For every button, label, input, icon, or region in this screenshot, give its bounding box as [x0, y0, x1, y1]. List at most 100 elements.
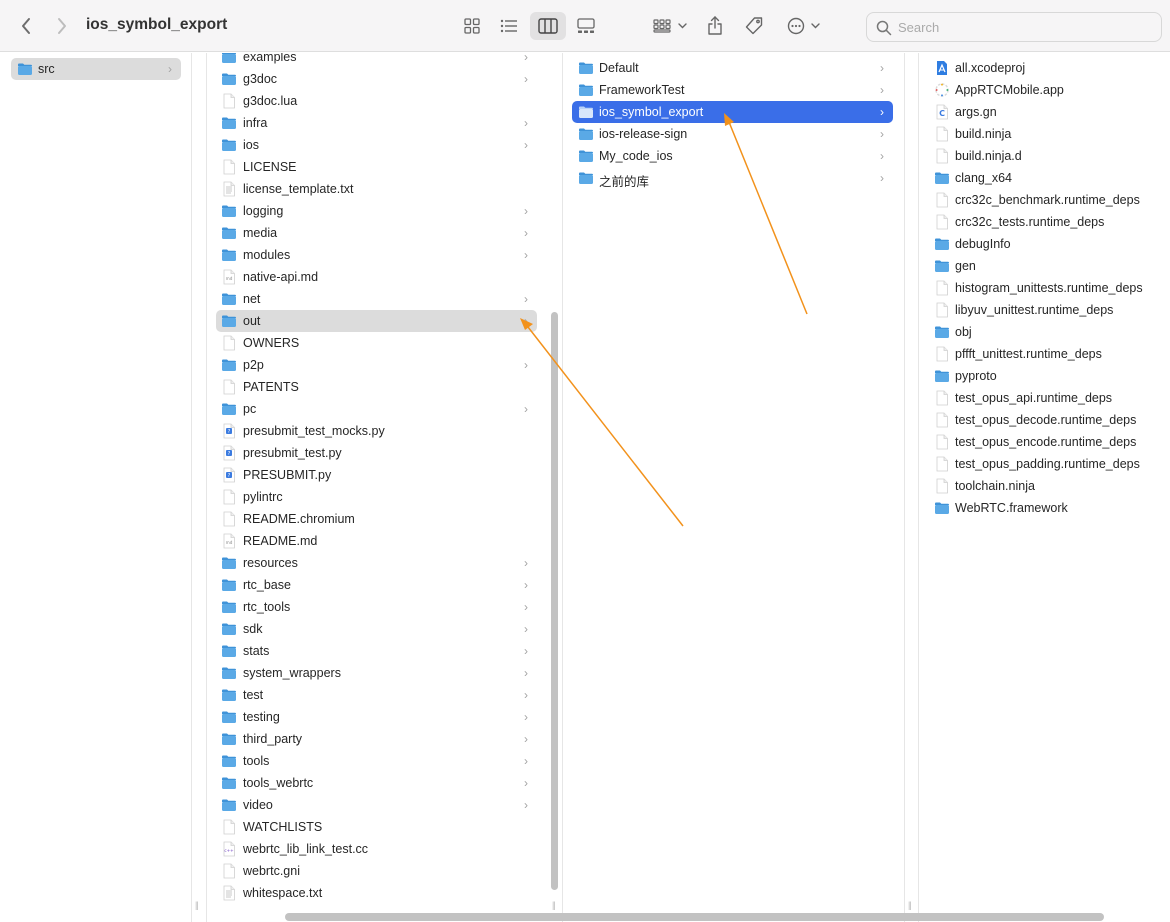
list-item[interactable]: net › — [216, 288, 537, 310]
chevron-right-icon: › — [524, 798, 528, 812]
list-item[interactable]: ? PRESUBMIT.py — [216, 464, 537, 486]
list-item[interactable]: obj — [929, 321, 1165, 343]
text-file-icon — [221, 885, 237, 901]
list-item[interactable]: out › — [216, 310, 537, 332]
search-field[interactable] — [866, 12, 1162, 42]
list-item[interactable]: build.ninja — [929, 123, 1165, 145]
list-item[interactable]: whitespace.txt — [216, 882, 537, 904]
list-item[interactable]: c++ webrtc_lib_link_test.cc — [216, 838, 537, 860]
list-item[interactable]: README.chromium — [216, 508, 537, 530]
list-item[interactable]: tools_webrtc › — [216, 772, 537, 794]
list-item[interactable]: WebRTC.framework — [929, 497, 1165, 519]
list-item[interactable]: g3doc.lua — [216, 90, 537, 112]
vertical-scrollbar[interactable] — [551, 312, 558, 890]
tag-button[interactable] — [742, 14, 766, 38]
list-item[interactable]: testing › — [216, 706, 537, 728]
list-item[interactable]: pffft_unittest.runtime_deps — [929, 343, 1165, 365]
list-item[interactable]: PATENTS — [216, 376, 537, 398]
list-item[interactable]: md native-api.md — [216, 266, 537, 288]
forward-button[interactable] — [50, 14, 74, 38]
item-name: PRESUBMIT.py — [243, 468, 332, 482]
list-item[interactable]: tools › — [216, 750, 537, 772]
list-item[interactable]: pyproto — [929, 365, 1165, 387]
list-item[interactable]: test_opus_decode.runtime_deps — [929, 409, 1165, 431]
column-divider[interactable] — [904, 53, 905, 922]
list-item[interactable]: modules › — [216, 244, 537, 266]
list-item[interactable]: md README.md — [216, 530, 537, 552]
item-name: pffft_unittest.runtime_deps — [955, 347, 1102, 361]
list-item[interactable]: rtc_base › — [216, 574, 537, 596]
column-resize-handle[interactable]: || — [195, 900, 199, 910]
list-view-button[interactable] — [491, 12, 527, 40]
list-item[interactable]: resources › — [216, 552, 537, 574]
list-item[interactable]: Default › — [572, 57, 893, 79]
list-item[interactable]: debugInfo — [929, 233, 1165, 255]
list-item[interactable]: Cargs.gn — [929, 101, 1165, 123]
list-item[interactable]: pc › — [216, 398, 537, 420]
list-item[interactable]: ios_symbol_export › — [572, 101, 893, 123]
list-item[interactable]: test_opus_padding.runtime_deps — [929, 453, 1165, 475]
list-item[interactable]: crc32c_tests.runtime_deps — [929, 211, 1165, 233]
list-item[interactable]: src › — [11, 58, 181, 80]
list-item[interactable]: pylintrc — [216, 486, 537, 508]
list-item[interactable]: FrameworkTest › — [572, 79, 893, 101]
list-item[interactable]: media › — [216, 222, 537, 244]
list-item[interactable]: sdk › — [216, 618, 537, 640]
column-divider[interactable] — [206, 53, 207, 922]
group-button[interactable] — [650, 14, 690, 38]
column-4[interactable]: all.xcodeproj AppRTCMobile.app Cargs.gn bui… — [919, 53, 1170, 922]
list-item[interactable]: 之前的库 › — [572, 167, 893, 189]
list-item[interactable]: p2p › — [216, 354, 537, 376]
list-item[interactable]: stats › — [216, 640, 537, 662]
cpp-file-icon: c++ — [221, 841, 237, 857]
list-item[interactable]: test › — [216, 684, 537, 706]
list-item[interactable]: build.ninja.d — [929, 145, 1165, 167]
column-3[interactable]: Default › FrameworkTest › ios_symbol_export ›… — [563, 53, 904, 922]
list-item[interactable]: histogram_unittests.runtime_deps — [929, 277, 1165, 299]
search-input[interactable] — [867, 13, 1161, 41]
folder-icon — [221, 357, 237, 373]
list-item[interactable]: webrtc.gni — [216, 860, 537, 882]
list-item[interactable]: system_wrappers › — [216, 662, 537, 684]
horizontal-scrollbar[interactable] — [285, 913, 1104, 921]
list-item[interactable]: logging › — [216, 200, 537, 222]
list-item[interactable]: clang_x64 — [929, 167, 1165, 189]
list-item[interactable]: ios-release-sign › — [572, 123, 893, 145]
list-item[interactable]: g3doc › — [216, 68, 537, 90]
list-item[interactable]: libyuv_unittest.runtime_deps — [929, 299, 1165, 321]
list-item[interactable]: test_opus_encode.runtime_deps — [929, 431, 1165, 453]
list-item[interactable]: ios › — [216, 134, 537, 156]
list-item[interactable]: WATCHLISTS — [216, 816, 537, 838]
column-resize-handle[interactable]: || — [552, 900, 556, 910]
more-button[interactable] — [784, 14, 824, 38]
item-name: debugInfo — [955, 237, 1011, 251]
list-item[interactable]: video › — [216, 794, 537, 816]
list-item[interactable]: all.xcodeproj — [929, 57, 1165, 79]
list-item[interactable]: ? presubmit_test_mocks.py — [216, 420, 537, 442]
list-item[interactable]: crc32c_benchmark.runtime_deps — [929, 189, 1165, 211]
list-item[interactable]: third_party › — [216, 728, 537, 750]
list-item[interactable]: AppRTCMobile.app — [929, 79, 1165, 101]
list-item[interactable]: gen — [929, 255, 1165, 277]
column-2[interactable]: examples › g3doc › g3doc.lua infra › ios › LICENS… — [206, 53, 562, 922]
list-item[interactable]: LICENSE — [216, 156, 537, 178]
list-item[interactable]: rtc_tools › — [216, 596, 537, 618]
back-button[interactable] — [14, 14, 38, 38]
list-item[interactable]: license_template.txt — [216, 178, 537, 200]
list-item[interactable]: infra › — [216, 112, 537, 134]
chevron-right-icon: › — [880, 61, 884, 75]
column-1[interactable]: src › — [0, 53, 191, 922]
gallery-view-button[interactable] — [568, 12, 604, 40]
column-resize-handle[interactable]: || — [908, 900, 912, 910]
column-view-button[interactable] — [530, 12, 566, 40]
list-item[interactable]: OWNERS — [216, 332, 537, 354]
list-item[interactable]: examples › — [216, 53, 537, 68]
column-divider[interactable] — [191, 53, 192, 922]
icon-view-button[interactable] — [454, 12, 490, 40]
list-item[interactable]: test_opus_api.runtime_deps — [929, 387, 1165, 409]
share-button[interactable] — [704, 13, 726, 39]
list-item[interactable]: ? presubmit_test.py — [216, 442, 537, 464]
folder-icon — [221, 53, 237, 65]
list-item[interactable]: toolchain.ninja — [929, 475, 1165, 497]
list-item[interactable]: My_code_ios › — [572, 145, 893, 167]
